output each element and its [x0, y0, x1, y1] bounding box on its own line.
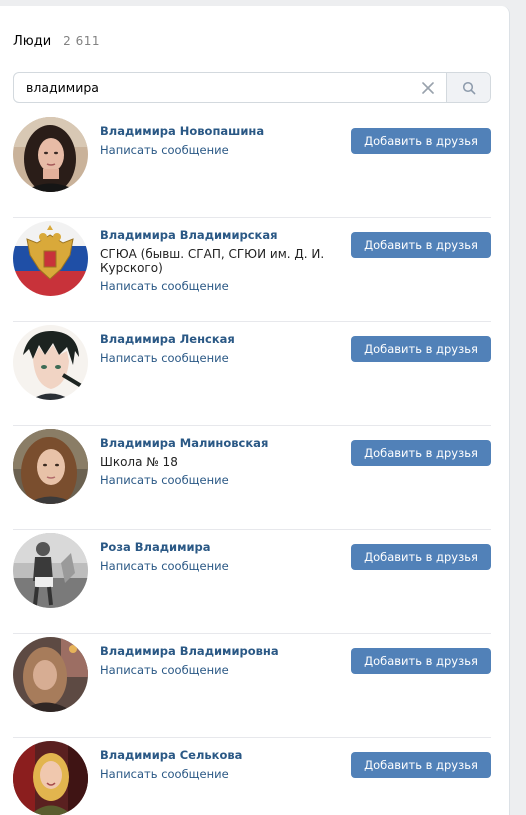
- list-item: Владимира Новопашина Написать сообщение …: [13, 114, 491, 218]
- add-friend-button[interactable]: Добавить в друзья: [351, 128, 491, 154]
- write-message-link[interactable]: Написать сообщение: [100, 351, 325, 366]
- person-info: Владимира Ленская Написать сообщение: [100, 332, 325, 366]
- person-name-link[interactable]: Владимира Селькова: [100, 748, 325, 763]
- person-name-link[interactable]: Владимира Новопашина: [100, 124, 325, 139]
- results-count: 2 611: [63, 34, 101, 48]
- person-info: Владимира Малиновская Школа № 18 Написат…: [100, 436, 325, 488]
- write-message-link[interactable]: Написать сообщение: [100, 143, 325, 158]
- add-friend-button[interactable]: Добавить в друзья: [351, 336, 491, 362]
- list-item: Роза Владимира Написать сообщение Добави…: [13, 530, 491, 634]
- write-message-link[interactable]: Написать сообщение: [100, 767, 325, 782]
- person-name-link[interactable]: Владимира Владимировна: [100, 644, 325, 659]
- list-item: Владимира Владимирская СГЮА (бывш. СГАП,…: [13, 218, 491, 322]
- avatar[interactable]: [13, 221, 88, 296]
- write-message-link[interactable]: Написать сообщение: [100, 559, 325, 574]
- section-title: Люди: [13, 34, 52, 49]
- avatar[interactable]: [13, 741, 88, 815]
- section-header: Люди 2 611: [13, 34, 100, 52]
- people-search-card: Люди 2 611 владимира Владимира Новопашин…: [0, 6, 510, 815]
- avatar[interactable]: [13, 117, 88, 192]
- write-message-link[interactable]: Написать сообщение: [100, 473, 325, 488]
- search-button[interactable]: [446, 73, 490, 102]
- clear-search-button[interactable]: [410, 73, 446, 102]
- close-icon: [422, 81, 434, 94]
- search-input[interactable]: [14, 73, 410, 102]
- search-icon: [462, 81, 475, 94]
- search-bar: [13, 72, 491, 103]
- add-friend-button[interactable]: Добавить в друзья: [351, 440, 491, 466]
- write-message-link[interactable]: Написать сообщение: [100, 663, 325, 678]
- person-name-link[interactable]: Владимира Малиновская: [100, 436, 325, 451]
- add-friend-button[interactable]: Добавить в друзья: [351, 232, 491, 258]
- person-education: СГЮА (бывш. СГАП, СГЮИ им. Д. И. Курског…: [100, 247, 325, 275]
- list-item: Владимира Владимировна Написать сообщени…: [13, 634, 491, 738]
- person-education: Школа № 18: [100, 455, 178, 469]
- person-info: Роза Владимира Написать сообщение: [100, 540, 325, 574]
- person-name-link[interactable]: Владимира Ленская: [100, 332, 325, 347]
- person-info: Владимира Владимировна Написать сообщени…: [100, 644, 325, 678]
- list-item: Владимира Ленская Написать сообщение Доб…: [13, 322, 491, 426]
- people-list: Владимира Новопашина Написать сообщение …: [13, 114, 491, 815]
- list-item: Владимира Селькова Написать сообщение До…: [13, 738, 491, 815]
- write-message-link[interactable]: Написать сообщение: [100, 279, 325, 294]
- avatar[interactable]: [13, 637, 88, 712]
- avatar[interactable]: [13, 325, 88, 400]
- add-friend-button[interactable]: Добавить в друзья: [351, 544, 491, 570]
- person-name-link[interactable]: Владимира Владимирская: [100, 228, 325, 243]
- list-item: Владимира Малиновская Школа № 18 Написат…: [13, 426, 491, 530]
- person-info: Владимира Селькова Написать сообщение: [100, 748, 325, 782]
- add-friend-button[interactable]: Добавить в друзья: [351, 648, 491, 674]
- avatar[interactable]: [13, 533, 88, 608]
- avatar[interactable]: [13, 429, 88, 504]
- person-name-link[interactable]: Роза Владимира: [100, 540, 325, 555]
- person-info: Владимира Владимирская СГЮА (бывш. СГАП,…: [100, 228, 325, 294]
- person-info: Владимира Новопашина Написать сообщение: [100, 124, 325, 158]
- add-friend-button[interactable]: Добавить в друзья: [351, 752, 491, 778]
